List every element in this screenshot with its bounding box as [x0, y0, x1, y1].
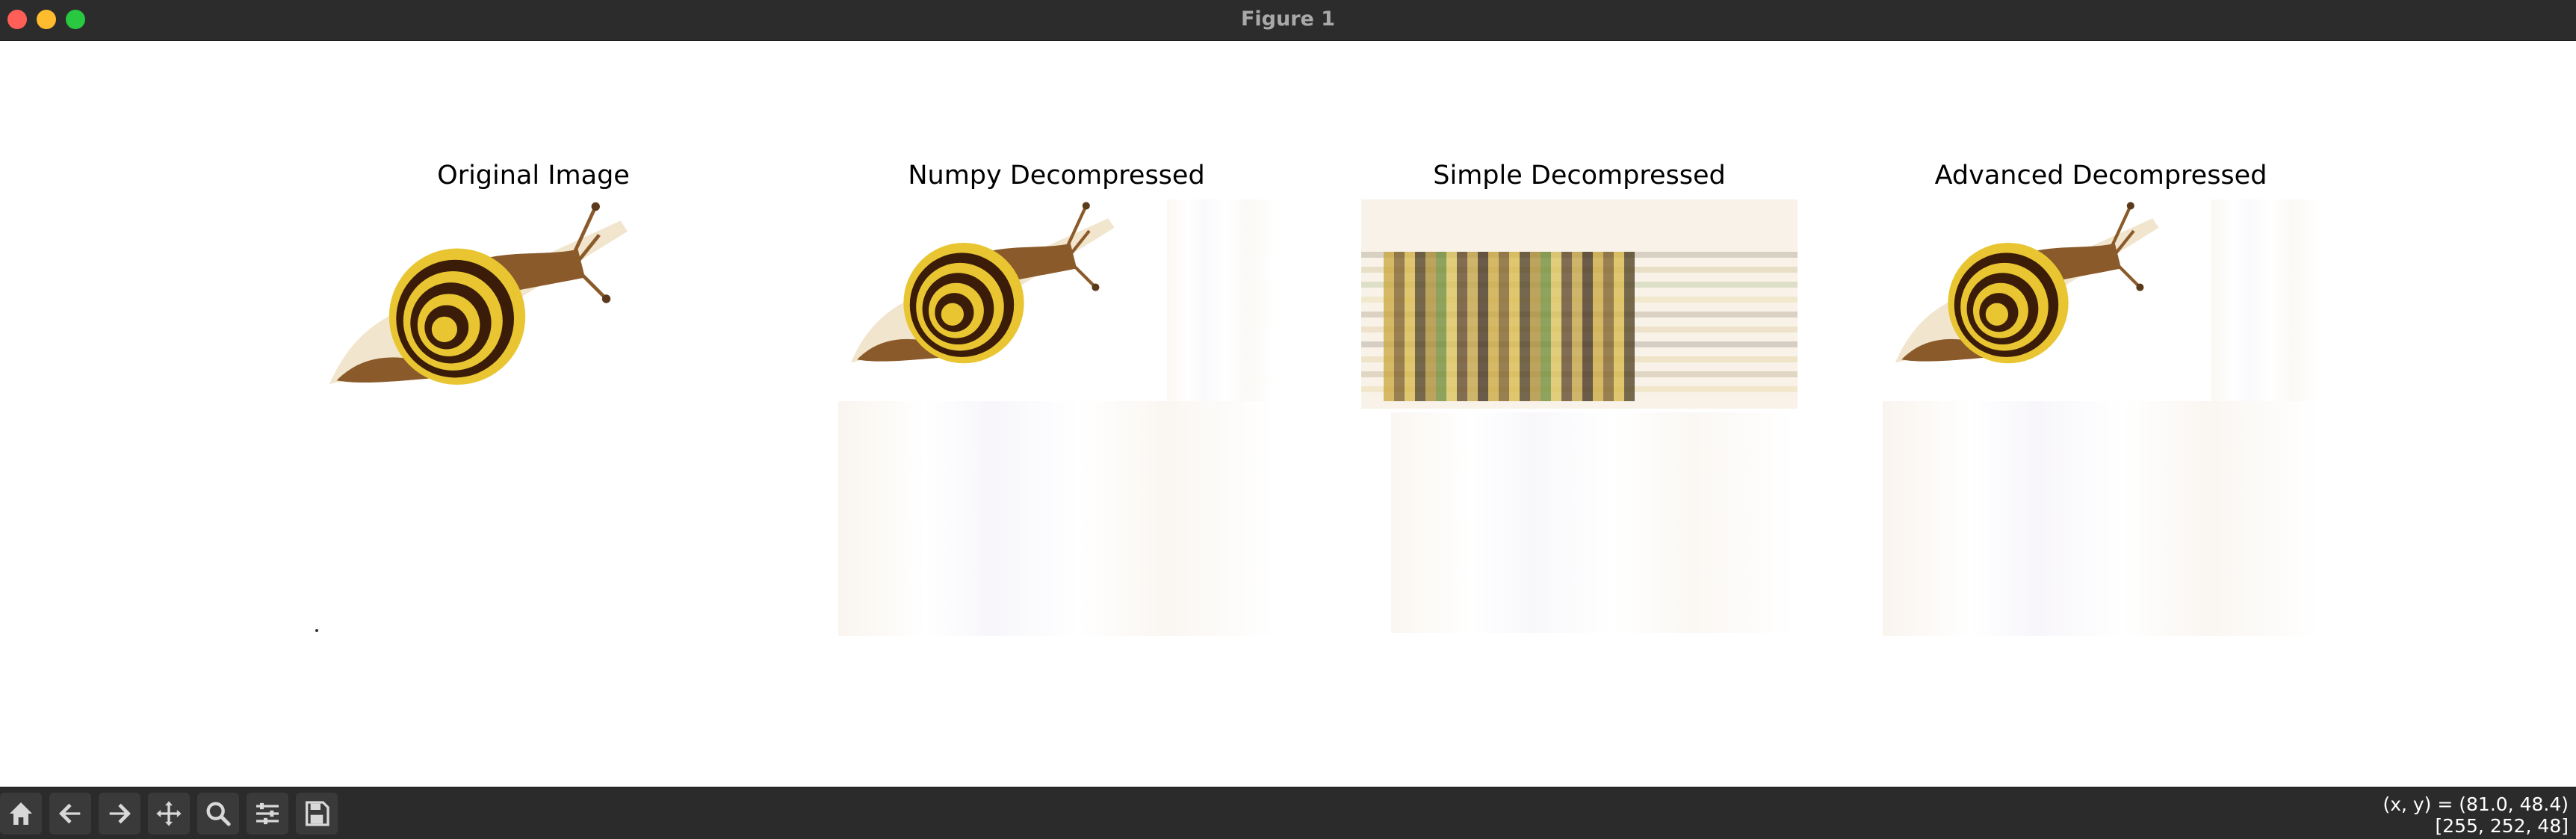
cursor-readout: (x, y) = (81.0, 48.4) [255, 252, 48]	[2383, 793, 2569, 837]
zoom-button[interactable]	[197, 793, 239, 835]
snail-image	[1883, 199, 2319, 636]
save-button[interactable]	[296, 793, 338, 835]
cursor-coordinates: (x, y) = (81.0, 48.4)	[2383, 793, 2569, 815]
title-bar: Figure 1	[0, 0, 2576, 41]
figure-canvas[interactable]: Original Image Numpy Decompressed Simple…	[0, 41, 2576, 787]
subplot-title: Original Image	[437, 161, 630, 191]
image-panel-simple	[1361, 199, 1798, 636]
back-button[interactable]	[49, 793, 91, 835]
snail-image	[1361, 199, 1798, 636]
configure-subplots-button[interactable]	[247, 793, 288, 835]
home-button[interactable]	[0, 793, 42, 835]
image-panel-numpy	[838, 199, 1275, 636]
image-panel-advanced	[1883, 199, 2319, 636]
subplot-title: Advanced Decompressed	[1934, 161, 2267, 191]
forward-button[interactable]	[99, 793, 140, 835]
arrow-right-icon	[109, 803, 131, 824]
window-title: Figure 1	[1240, 7, 1336, 31]
move-icon	[156, 801, 182, 826]
pixel-value: [255, 252, 48]	[2435, 815, 2569, 837]
subplot-title: Numpy Decompressed	[908, 161, 1205, 191]
snail-image	[838, 199, 1275, 636]
home-icon	[10, 802, 32, 825]
image-panel-original	[315, 199, 752, 636]
arrow-left-icon	[59, 803, 81, 824]
snail-image	[315, 199, 752, 636]
magnifier-icon	[206, 802, 231, 826]
subplot-title: Simple Decompressed	[1433, 161, 1726, 191]
sliders-icon	[256, 802, 279, 825]
floppy-disk-icon	[306, 801, 329, 826]
navigation-toolbar: (x, y) = (81.0, 48.4) [255, 252, 48]	[0, 787, 2576, 839]
pan-button[interactable]	[148, 793, 190, 835]
